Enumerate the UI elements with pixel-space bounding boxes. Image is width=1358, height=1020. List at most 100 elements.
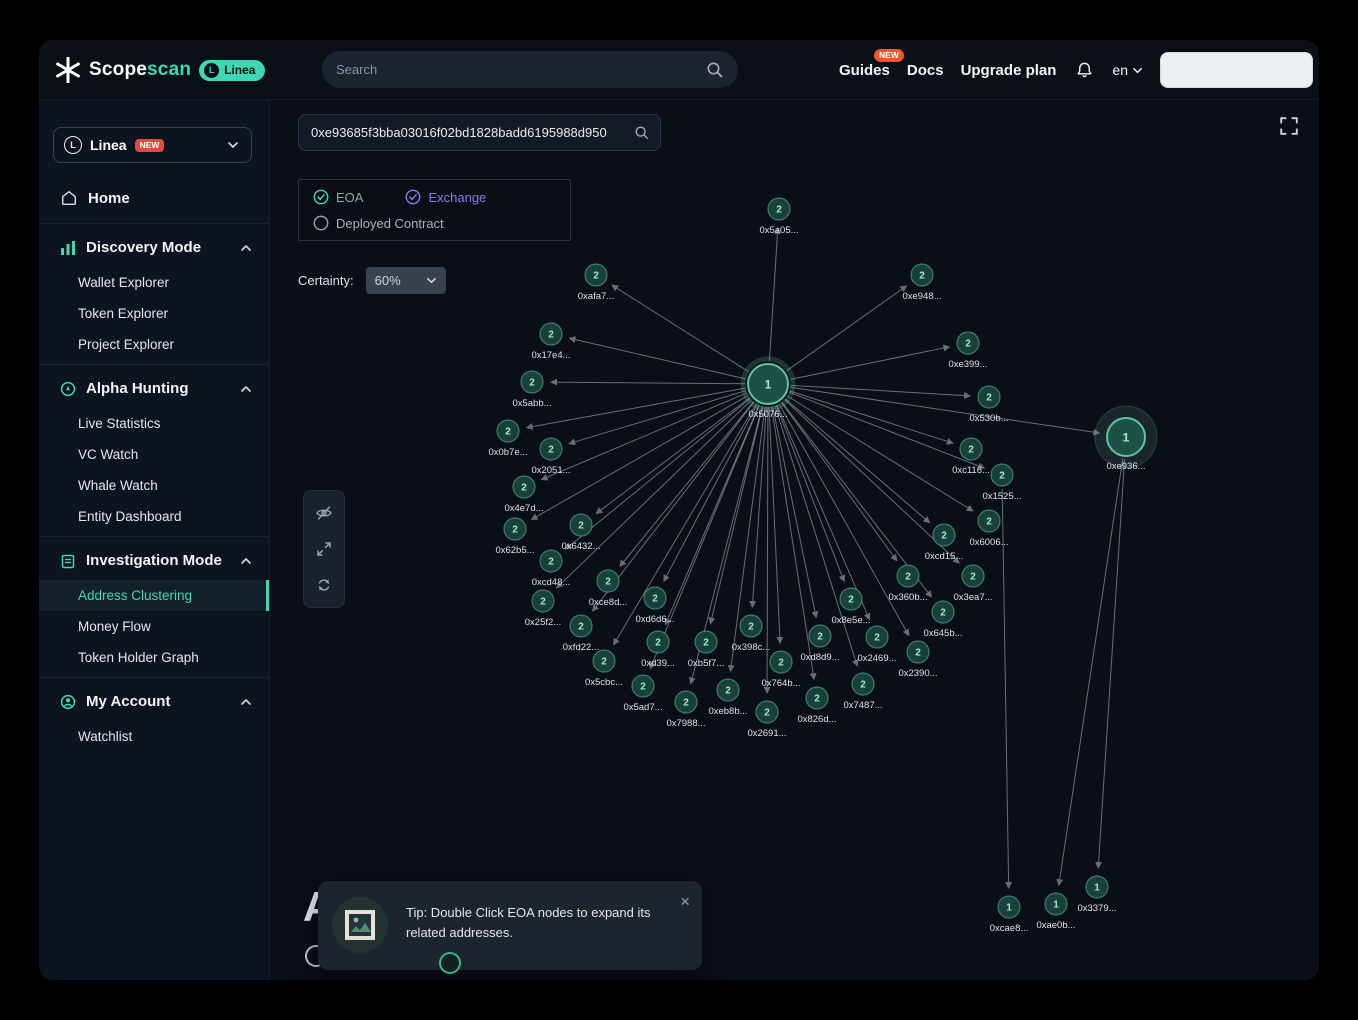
graph-node[interactable]: 20x4e7d... <box>504 476 543 514</box>
graph-node[interactable]: 20x25f2... <box>525 590 561 628</box>
chevron-down-icon <box>426 275 437 286</box>
graph-node[interactable]: 20x0b7e... <box>488 420 527 458</box>
graph-node[interactable]: 20x645b... <box>923 601 962 639</box>
sidebar-item-watchlist[interactable]: Watchlist <box>39 721 269 752</box>
sidebar-item-live-statistics[interactable]: Live Statistics <box>39 408 269 439</box>
certainty-control: Certainty: 60% <box>298 267 446 294</box>
check-circle-icon <box>313 189 329 205</box>
graph-node[interactable]: 20x530b... <box>969 386 1008 424</box>
legend-eoa[interactable]: EOA <box>313 189 363 205</box>
graph-node[interactable]: 2 0x2051... <box>531 438 570 476</box>
graph-toolbar <box>303 490 345 608</box>
graph-node[interactable]: 20x3ea7... <box>953 565 992 603</box>
graph-node[interactable]: 20x6432... <box>561 514 600 552</box>
legend-deployed-contract[interactable]: Deployed Contract <box>313 215 444 231</box>
global-search[interactable] <box>322 51 738 88</box>
graph-node[interactable]: 20xe948... <box>902 264 941 302</box>
node-count: 2 <box>748 622 754 633</box>
sidebar-item-vc-watch[interactable]: VC Watch <box>39 439 269 470</box>
graph-edge <box>710 406 762 623</box>
sidebar-item-wallet-explorer[interactable]: Wallet Explorer <box>39 267 269 298</box>
graph-node-overlay[interactable] <box>439 952 461 974</box>
node-address-label: 0x645b... <box>923 628 962 639</box>
graph-node[interactable]: 10xe936... <box>1095 406 1157 472</box>
sidebar-item-whale-watch[interactable]: Whale Watch <box>39 470 269 501</box>
nav-guides[interactable]: Guides NEW <box>839 62 890 79</box>
graph-node[interactable]: 10xcae8... <box>990 896 1029 934</box>
graph-node[interactable]: 20xafa7... <box>578 264 614 302</box>
wallet-connect-button[interactable] <box>1160 52 1313 88</box>
network-name: Linea <box>90 137 127 153</box>
graph-node[interactable]: 10x5076... <box>743 359 793 420</box>
graph-node[interactable]: 20x8e5e... <box>831 588 870 626</box>
fullscreen-icon[interactable] <box>1279 116 1301 138</box>
nav-upgrade-plan[interactable]: Upgrade plan <box>961 62 1057 79</box>
graph-edge <box>570 338 746 379</box>
node-address-label: 0x5abb... <box>512 398 551 409</box>
sidebar-item-home[interactable]: Home <box>39 177 269 219</box>
graph-node[interactable]: 20x5cbc... <box>585 650 623 688</box>
node-address-label: 0xd6d6... <box>635 614 674 625</box>
graph-node[interactable]: 20xcd48... <box>532 550 571 588</box>
graph-node[interactable]: 20x7988... <box>666 691 705 729</box>
network-selector[interactable]: L Linea NEW <box>53 127 252 163</box>
sidebar-section-alpha-hunting[interactable]: Alpha Hunting <box>39 369 269 408</box>
nav-docs[interactable]: Docs <box>907 62 944 79</box>
close-icon[interactable]: × <box>680 893 690 910</box>
graph-node[interactable]: 20x5a05... <box>759 198 798 236</box>
node-count: 2 <box>548 445 554 456</box>
node-count: 2 <box>915 648 921 659</box>
sidebar-section-investigation-mode[interactable]: Investigation Mode <box>39 541 269 580</box>
legend-exchange[interactable]: Exchange <box>405 189 486 205</box>
node-count: 2 <box>605 577 611 588</box>
divider <box>39 536 269 537</box>
sidebar-item-entity-dashboard[interactable]: Entity Dashboard <box>39 501 269 532</box>
search-input[interactable] <box>336 62 706 77</box>
certainty-select[interactable]: 60% <box>366 267 446 294</box>
graph-node[interactable]: 10x3379... <box>1077 876 1116 914</box>
graph-node[interactable]: 20x826d... <box>797 687 836 725</box>
app-window: Scopescan L Linea Guides NEW Docs <box>39 40 1319 980</box>
address-input[interactable] <box>299 125 634 140</box>
graph-node[interactable]: 20xcd15... <box>925 524 964 562</box>
graph-node[interactable]: 10xae0b... <box>1036 893 1075 931</box>
chain-badge: L Linea <box>199 60 265 81</box>
language-selector[interactable]: en <box>1112 62 1143 78</box>
notification-bell-icon[interactable] <box>1073 59 1095 81</box>
sidebar-section-discovery-mode[interactable]: Discovery Mode <box>39 228 269 267</box>
node-address-label: 0x6432... <box>561 541 600 552</box>
expand-icon[interactable] <box>305 531 343 567</box>
graph-node[interactable]: 20x7487... <box>843 673 882 711</box>
graph-node[interactable]: 20xd6d6... <box>635 587 674 625</box>
graph-node[interactable]: 20x2691... <box>747 701 786 739</box>
graph-node[interactable]: 20xe399... <box>948 332 987 370</box>
node-count: 2 <box>860 680 866 691</box>
search-icon[interactable] <box>634 125 660 141</box>
refresh-icon[interactable] <box>305 567 343 603</box>
graph-node[interactable]: 20xd39... <box>641 631 675 669</box>
sidebar-item-token-explorer[interactable]: Token Explorer <box>39 298 269 329</box>
graph-node[interactable]: 20x62b5... <box>495 518 534 556</box>
node-address-label: 0x2051... <box>531 465 570 476</box>
graph-node[interactable]: 20xc116... <box>952 438 990 476</box>
graph-node[interactable]: 20xeb8b... <box>708 679 747 717</box>
graph-node[interactable]: 20x2390... <box>898 641 937 679</box>
sidebar-item-address-clustering[interactable]: Address Clustering <box>39 580 269 611</box>
graph-node[interactable]: 20x5abb... <box>512 371 551 409</box>
graph-node[interactable]: 20x17e4... <box>531 323 570 361</box>
node-address-label: 0xeb8b... <box>708 706 747 717</box>
sidebar-item-token-holder-graph[interactable]: Token Holder Graph <box>39 642 269 673</box>
graph-node[interactable]: 20x2469... <box>857 626 896 664</box>
eye-off-icon[interactable] <box>305 495 343 531</box>
sidebar-section-my-account[interactable]: My Account <box>39 682 269 721</box>
graph-node[interactable]: 20xfd22... <box>563 615 599 653</box>
graph-node[interactable]: 20xce8d... <box>589 570 628 608</box>
graph-canvas[interactable]: 10x5076... 10xe936... 20x5a05... 20xafa7...… <box>270 100 1319 980</box>
sidebar-item-project-explorer[interactable]: Project Explorer <box>39 329 269 360</box>
graph-node[interactable]: 20x5ad7... <box>623 675 662 713</box>
node-count: 2 <box>970 572 976 583</box>
address-search-box[interactable] <box>298 114 661 151</box>
sidebar-item-money-flow[interactable]: Money Flow <box>39 611 269 642</box>
graph-node[interactable]: 20xb5f7... <box>688 631 724 669</box>
graph-edge <box>1098 459 1124 868</box>
